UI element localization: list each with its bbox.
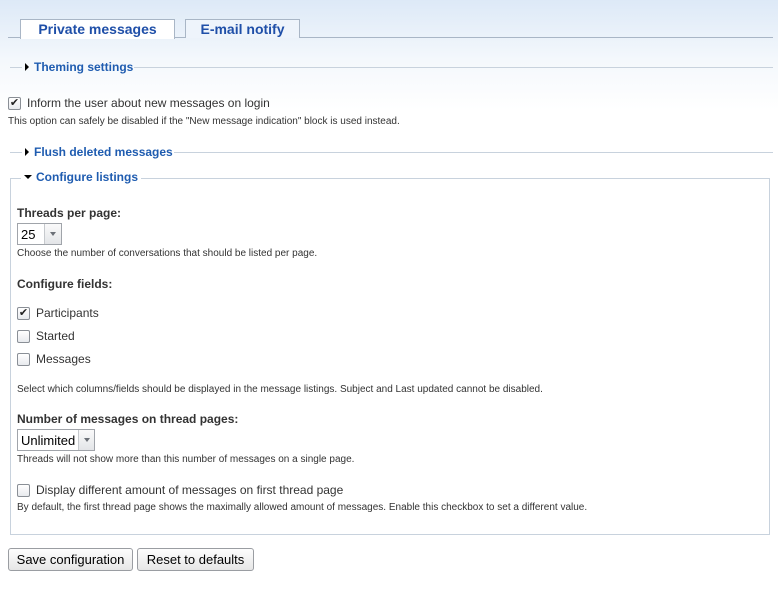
threads-description: Choose the number of conversations that … bbox=[17, 248, 318, 259]
legend-text: Flush deleted messages bbox=[34, 145, 173, 159]
collapsed-arrow-icon bbox=[25, 148, 29, 156]
chevron-down-icon bbox=[78, 430, 94, 450]
save-configuration-button[interactable]: Save configuration bbox=[8, 548, 133, 571]
theming-settings-toggle[interactable]: Theming settings bbox=[25, 60, 133, 74]
threads-per-page-select[interactable]: 25 bbox=[17, 223, 62, 245]
fieldset-line bbox=[10, 67, 22, 68]
collapsed-arrow-icon bbox=[25, 63, 29, 71]
messages-label: Messages bbox=[36, 352, 91, 366]
fieldset-line bbox=[174, 152, 773, 153]
expanded-arrow-icon bbox=[24, 175, 32, 179]
fieldset-line bbox=[10, 152, 22, 153]
messages-per-thread-label: Number of messages on thread pages: bbox=[17, 412, 239, 426]
threads-per-page-label: Threads per page: bbox=[17, 206, 122, 220]
messages-per-thread-select[interactable]: Unlimited bbox=[17, 429, 95, 451]
messages-checkbox[interactable] bbox=[17, 353, 30, 366]
fieldset-line bbox=[134, 67, 773, 68]
tab-private-messages[interactable]: Private messages bbox=[20, 19, 175, 39]
tab-email-notify[interactable]: E-mail notify bbox=[185, 19, 300, 38]
legend-text: Theming settings bbox=[34, 60, 134, 74]
started-label: Started bbox=[36, 329, 75, 343]
chevron-down-icon bbox=[44, 224, 61, 244]
select-value: Unlimited bbox=[21, 433, 76, 448]
messages-description: Threads will not show more than this num… bbox=[17, 454, 355, 465]
participants-label: Participants bbox=[36, 306, 99, 320]
configure-listings-fieldset bbox=[10, 178, 770, 535]
participants-checkbox[interactable]: ✔ bbox=[17, 307, 30, 320]
first-page-description: By default, the first thread page shows … bbox=[17, 502, 588, 513]
inform-checkbox[interactable]: ✔ bbox=[8, 97, 21, 110]
configure-fields-label: Configure fields: bbox=[17, 277, 113, 291]
flush-deleted-toggle[interactable]: Flush deleted messages bbox=[25, 145, 173, 159]
first-page-checkbox[interactable] bbox=[17, 484, 30, 497]
reset-to-defaults-button[interactable]: Reset to defaults bbox=[137, 548, 254, 571]
fields-description: Select which columns/fields should be di… bbox=[17, 384, 543, 395]
select-value: 25 bbox=[21, 227, 36, 242]
configure-listings-toggle[interactable]: Configure listings bbox=[21, 170, 141, 184]
legend-text: Configure listings bbox=[36, 170, 138, 184]
started-checkbox[interactable] bbox=[17, 330, 30, 343]
inform-label: Inform the user about new messages on lo… bbox=[27, 96, 270, 110]
first-page-label: Display different amount of messages on … bbox=[36, 483, 344, 497]
inform-description: This option can safely be disabled if th… bbox=[8, 116, 400, 127]
